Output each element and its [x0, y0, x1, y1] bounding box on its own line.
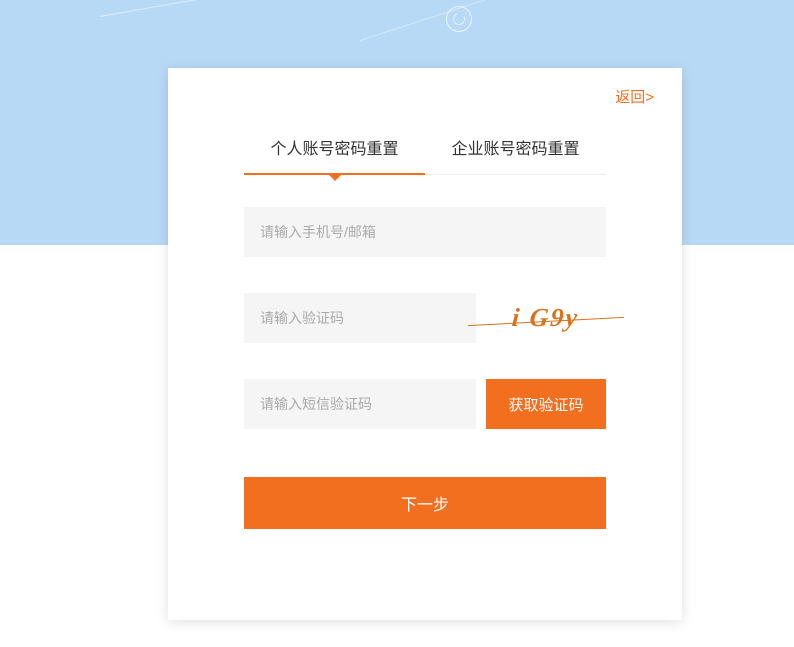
tab-personal[interactable]: 个人账号密码重置 — [244, 135, 425, 175]
decorative-line — [100, 0, 790, 17]
reset-form: i G9y 获取验证码 下一步 — [190, 207, 660, 529]
sms-row: 获取验证码 — [244, 379, 606, 429]
tab-enterprise[interactable]: 企业账号密码重置 — [425, 135, 606, 175]
captcha-text: i G9y — [511, 303, 581, 333]
decorative-line — [360, 0, 741, 41]
captcha-row: i G9y — [244, 293, 606, 343]
sms-code-input[interactable] — [244, 379, 476, 429]
reset-password-card: 返回> 个人账号密码重置 企业账号密码重置 i G9y 获取验证码 下一步 — [168, 68, 682, 620]
next-step-button[interactable]: 下一步 — [244, 477, 606, 529]
account-input[interactable] — [244, 207, 606, 257]
back-link[interactable]: 返回> — [190, 86, 660, 107]
get-sms-code-button[interactable]: 获取验证码 — [486, 379, 606, 429]
captcha-image[interactable]: i G9y — [486, 293, 606, 343]
account-row — [244, 207, 606, 257]
captcha-input[interactable] — [244, 293, 476, 343]
decorative-circle-icon — [446, 6, 472, 32]
tabs: 个人账号密码重置 企业账号密码重置 — [244, 135, 606, 175]
